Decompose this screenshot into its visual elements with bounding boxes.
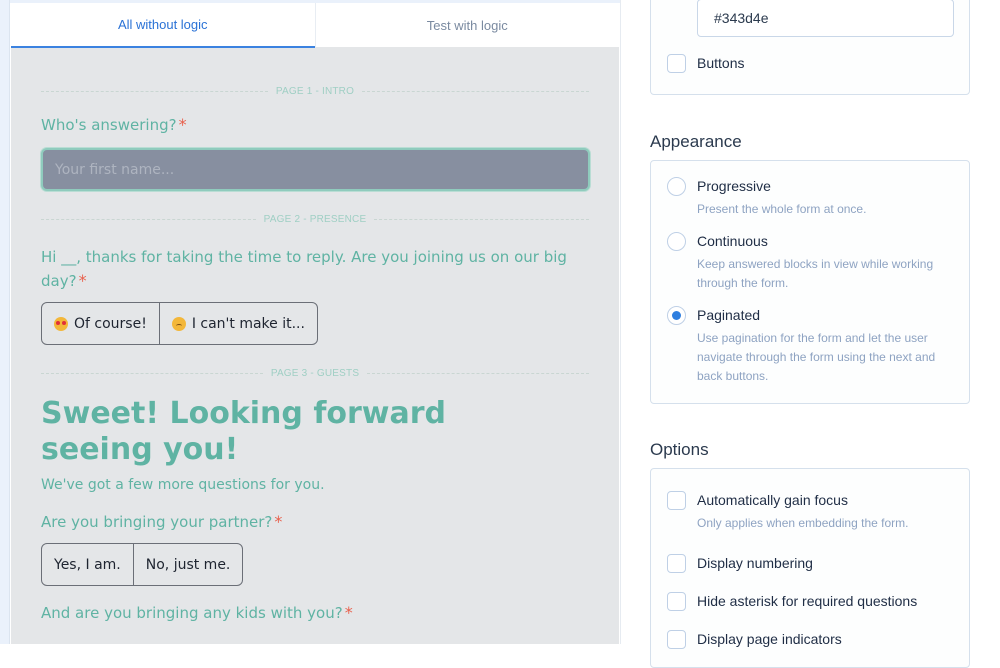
guests-subtext: We've got a few more questions for you. [41,477,325,493]
display-numbering-checkbox[interactable] [667,554,686,573]
appearance-card: Progressive Present the whole form at on… [650,160,970,404]
buttons-checkbox[interactable] [667,54,686,73]
option-page-indicators[interactable]: Display page indicators [667,630,842,649]
colors-card: #343d4e Buttons [650,0,970,95]
attendance-options: Of course! I can't make it... [41,302,318,345]
question-joining: Hi __, thanks for taking the time to rep… [41,248,567,290]
guests-heading: Sweet! Looking forward seeing you! [41,396,447,467]
heart-eyes-emoji-icon [54,316,68,331]
option-no-just-me[interactable]: No, just me. [132,544,243,585]
preview-tabs: All without logic Test with logic [11,3,619,48]
required-asterisk: * [344,603,353,622]
question-kids: And are you bringing any kids with you? * [41,603,353,622]
question-partner: Are you bringing your partner? * [41,512,283,531]
option-hide-asterisk[interactable]: Hide asterisk for required questions [667,592,917,611]
page-divider-intro: PAGE 1 - INTRO [41,84,589,98]
required-asterisk: * [178,115,187,134]
hide-asterisk-checkbox[interactable] [667,592,686,611]
form-preview-panel: All without logic Test with logic PAGE 1… [11,3,619,644]
page-label: PAGE 2 - PRESENCE [263,213,367,225]
required-asterisk: * [78,271,87,290]
page-label: PAGE 1 - INTRO [275,85,355,97]
appearance-option-progressive[interactable]: Progressive Present the whole form at on… [667,177,952,219]
settings-panel: #343d4e Buttons Appearance Progressive P… [620,0,1000,668]
tab-all-without-logic[interactable]: All without logic [11,3,315,48]
continuous-radio[interactable] [667,232,686,251]
buttons-option: Buttons [667,54,744,73]
option-auto-focus[interactable]: Automatically gain focus Only applies wh… [667,491,952,533]
required-asterisk: * [274,512,283,531]
paginated-radio[interactable] [667,306,686,325]
tab-test-with-logic[interactable]: Test with logic [314,3,619,48]
option-of-course[interactable]: Of course! [42,303,159,344]
page-label: PAGE 3 - GUESTS [270,367,360,379]
page-indicators-checkbox[interactable] [667,630,686,649]
partner-options: Yes, I am. No, just me. [41,543,244,586]
auto-focus-checkbox[interactable] [667,491,686,510]
disappointed-emoji-icon [171,316,186,331]
page-divider-guests: PAGE 3 - GUESTS [41,366,590,380]
option-yes-i-am[interactable]: Yes, I am. [42,544,133,585]
progressive-radio[interactable] [667,177,686,196]
first-name-input[interactable]: Your first name... [41,148,590,191]
left-sidebar-strip [0,0,10,644]
appearance-option-paginated[interactable]: Paginated Use pagination for the form an… [667,306,952,386]
options-title: Options [650,440,709,459]
appearance-title: Appearance [650,132,742,151]
page-divider-presence: PAGE 2 - PRESENCE [41,212,589,226]
form-content: PAGE 1 - INTRO Who's answering? * Your fi… [41,48,590,625]
color-hex-input[interactable]: #343d4e [697,0,954,37]
option-cant-make-it[interactable]: I can't make it... [158,303,317,344]
options-card: Automatically gain focus Only applies wh… [650,468,970,668]
buttons-label: Buttons [697,55,745,71]
appearance-option-continuous[interactable]: Continuous Keep answered blocks in view … [667,232,952,293]
question-whos-answering: Who's answering? * [41,115,187,134]
option-display-numbering[interactable]: Display numbering [667,554,813,573]
